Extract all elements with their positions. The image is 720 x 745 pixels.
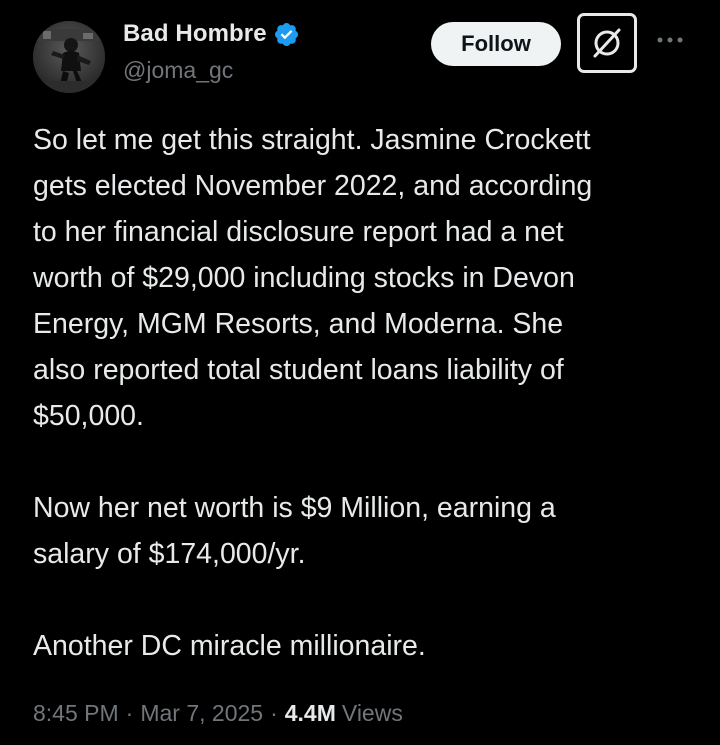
profile-photo	[33, 21, 105, 93]
tweet-text: So let me get this straight. Jasmine Cro…	[33, 124, 593, 662]
author-handle[interactable]: @joma_gc	[123, 57, 233, 84]
grok-icon	[593, 28, 621, 58]
display-name[interactable]: Bad Hombre	[123, 20, 267, 48]
tweet-meta: 8:45 PM · Mar 7, 2025 · 4.4M Views	[33, 700, 403, 727]
verified-badge-icon	[273, 21, 300, 48]
views-label: Views	[341, 700, 403, 726]
tweet-time[interactable]: 8:45 PM	[33, 700, 119, 727]
grok-button[interactable]	[577, 13, 637, 73]
meta-separator: ·	[125, 700, 134, 726]
tweet-date[interactable]: Mar 7, 2025	[140, 700, 263, 727]
meta-separator: ·	[270, 700, 278, 726]
avatar[interactable]	[33, 21, 105, 93]
views-count: 4.4M	[284, 700, 336, 726]
more-options-icon[interactable]	[654, 30, 686, 50]
follow-button[interactable]: Follow	[431, 22, 561, 66]
author-name-row: Bad Hombre	[123, 19, 300, 49]
